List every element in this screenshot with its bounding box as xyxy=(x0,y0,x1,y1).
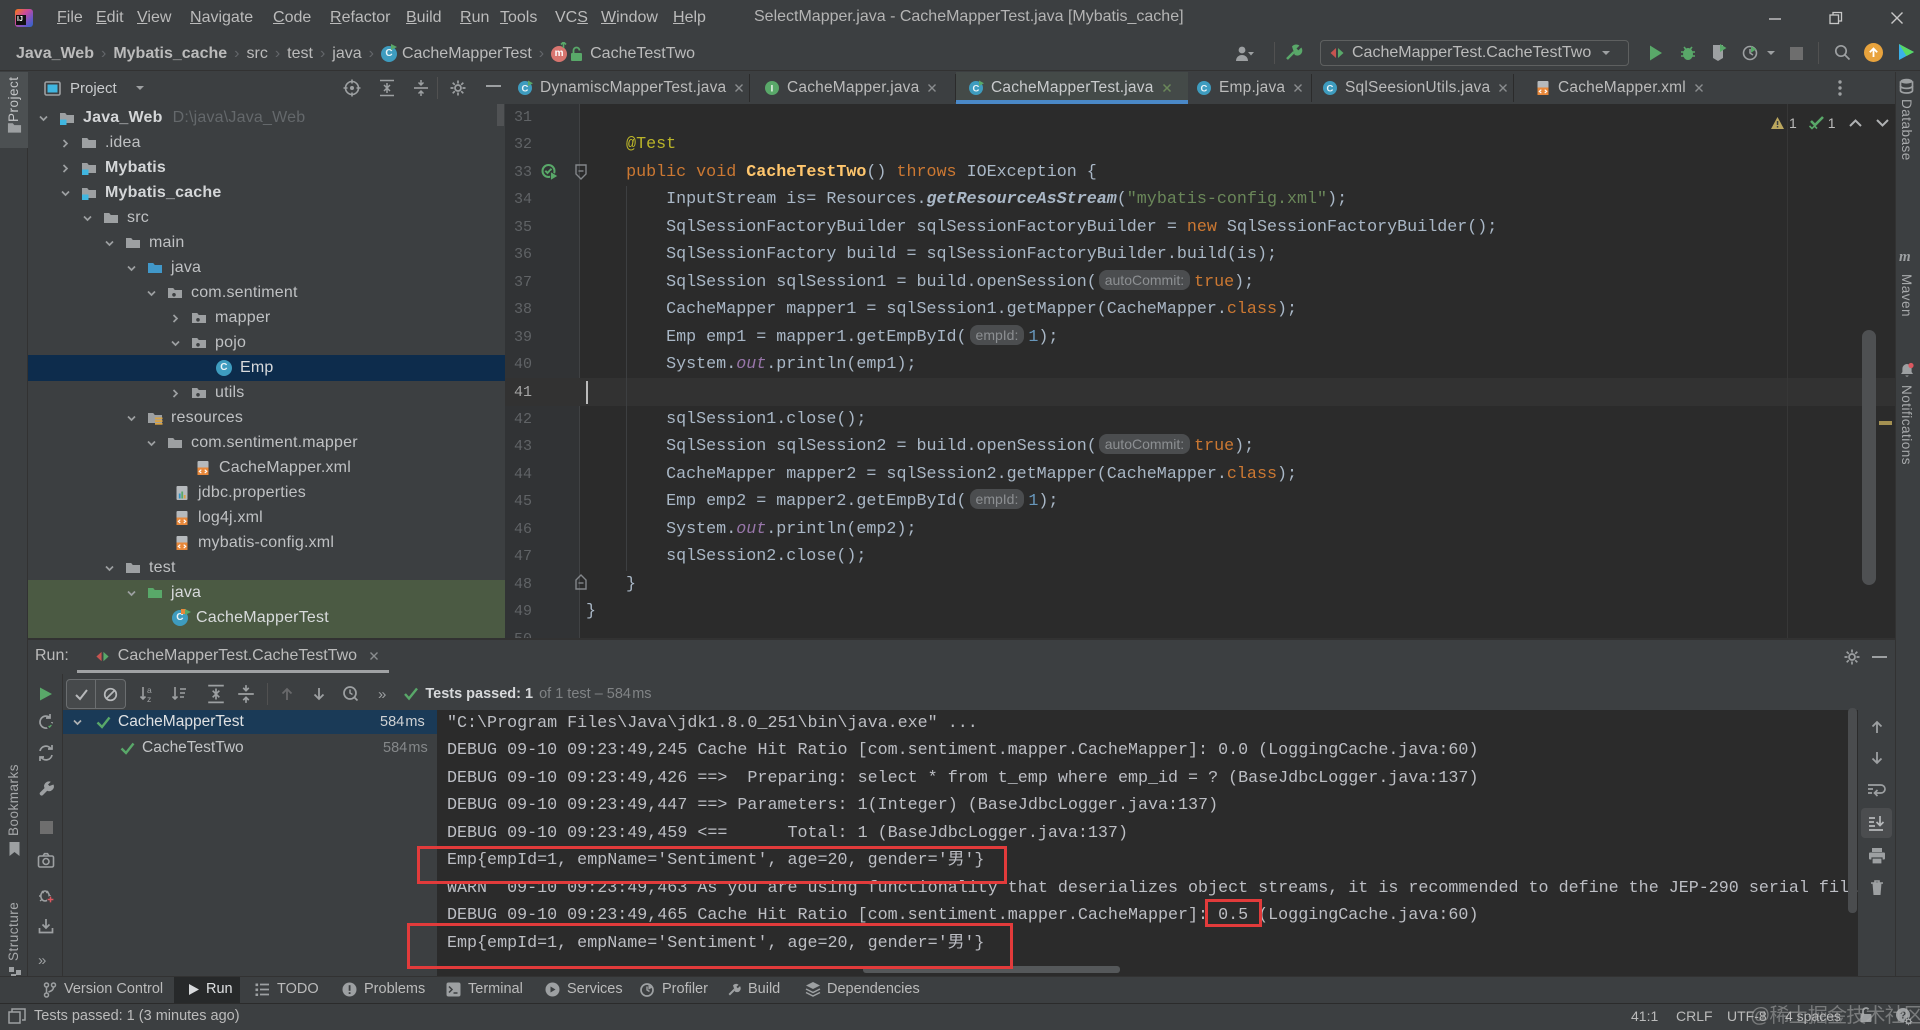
svg-text:C: C xyxy=(1200,84,1207,95)
svg-text:C: C xyxy=(972,84,979,95)
svg-text:C: C xyxy=(1326,84,1333,95)
svg-text:I: I xyxy=(771,84,774,95)
svg-text:C: C xyxy=(521,84,528,95)
svg-text:z: z xyxy=(147,694,151,704)
